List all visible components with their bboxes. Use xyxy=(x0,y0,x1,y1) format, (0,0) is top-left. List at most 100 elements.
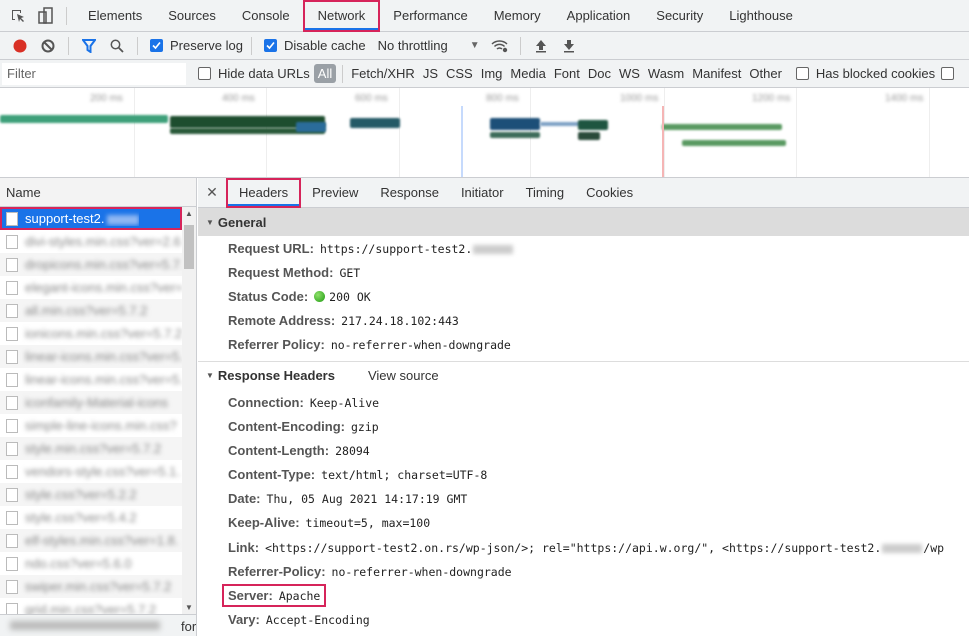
overview-request-bar xyxy=(0,115,168,123)
filter-type-doc[interactable]: Doc xyxy=(584,66,615,81)
disable-cache-checkbox[interactable]: Disable cache xyxy=(263,38,366,53)
details-tab-headers[interactable]: Headers xyxy=(226,178,302,208)
request-row[interactable]: style.css?ver=5.2.2 xyxy=(0,483,182,506)
header-key: Request Method: xyxy=(228,264,334,280)
overview-request-bar xyxy=(296,122,326,132)
checkbox-unchecked-icon[interactable] xyxy=(795,67,809,80)
checkbox-unchecked-icon[interactable] xyxy=(941,67,961,80)
request-row[interactable]: iconfamily-Material-icons xyxy=(0,391,182,414)
hide-data-urls-checkbox[interactable]: Hide data URLs xyxy=(198,66,310,81)
header-key: Content-Encoding: xyxy=(228,418,345,434)
status-summary xyxy=(10,621,160,630)
header-pair: Content-Type: text/html; charset=UTF-8 xyxy=(228,467,487,482)
request-row[interactable]: swiper.min.css?ver=5.7.2 xyxy=(0,575,182,598)
request-row[interactable]: ndo.css?ver=5.6.0 xyxy=(0,552,182,575)
request-row-selected[interactable]: support-test2. xyxy=(0,207,182,230)
request-row[interactable]: elegant-icons.min.css?ver=5.7 xyxy=(0,276,182,299)
request-name: divi-styles.min.css?ver=2.6 xyxy=(25,234,181,249)
request-row[interactable]: all.min.css?ver=5.7.2 xyxy=(0,299,182,322)
details-tab-preview[interactable]: Preview xyxy=(301,178,369,208)
search-icon[interactable] xyxy=(103,32,131,60)
tab-network[interactable]: Network xyxy=(302,0,381,32)
scrollbar-thumb[interactable] xyxy=(184,225,194,269)
filter-icon[interactable] xyxy=(75,32,103,60)
checkbox-checked-icon[interactable] xyxy=(150,39,163,52)
tab-console[interactable]: Console xyxy=(229,0,303,32)
details-tab-response[interactable]: Response xyxy=(369,178,450,208)
filter-type-font[interactable]: Font xyxy=(550,66,584,81)
response-headers-section-header[interactable]: ▼ Response Headers View source xyxy=(198,362,969,390)
checkbox-unchecked-icon[interactable] xyxy=(198,67,211,80)
filter-type-ws[interactable]: WS xyxy=(615,66,644,81)
tab-security[interactable]: Security xyxy=(643,0,716,32)
request-list-scrollbar[interactable]: ▲ ▼ xyxy=(182,207,196,614)
status-bar: for xyxy=(0,614,196,636)
request-row[interactable]: style.css?ver=5.4.2 xyxy=(0,506,182,529)
device-toolbar-icon[interactable] xyxy=(32,0,60,32)
request-row[interactable]: style.min.css?ver=5.7.2 xyxy=(0,437,182,460)
request-row[interactable]: linear-icons.min.css?ver=5. xyxy=(0,368,182,391)
details-tab-initiator[interactable]: Initiator xyxy=(450,178,515,208)
tab-performance[interactable]: Performance xyxy=(380,0,480,32)
general-title: General xyxy=(217,214,267,230)
record-button[interactable] xyxy=(6,32,34,60)
filter-type-all[interactable]: All xyxy=(313,64,337,83)
tab-sources[interactable]: Sources xyxy=(155,0,229,32)
filter-type-wasm[interactable]: Wasm xyxy=(644,66,688,81)
details-tab-cookies[interactable]: Cookies xyxy=(575,178,644,208)
request-row[interactable]: elf-styles.min.css?ver=1.8. xyxy=(0,529,182,552)
request-name: dropicons.min.css?ver=5.7.2 xyxy=(25,257,182,272)
clear-button[interactable] xyxy=(34,32,62,60)
view-source-link[interactable]: View source xyxy=(368,368,439,383)
network-overview-timeline[interactable]: 200 ms 400 ms 600 ms 800 ms 1000 ms 1200 ms 14… xyxy=(0,88,969,178)
filter-type-img[interactable]: Img xyxy=(477,66,507,81)
network-conditions-icon[interactable] xyxy=(486,32,514,60)
tab-application[interactable]: Application xyxy=(554,0,644,32)
header-value-text: GET xyxy=(339,265,361,280)
overview-grid-line xyxy=(796,88,797,177)
header-key: Server: xyxy=(228,588,273,604)
filter-type-other[interactable]: Other xyxy=(745,66,786,81)
close-icon[interactable]: ✕ xyxy=(198,184,226,201)
header-value: GET xyxy=(339,266,360,280)
header-pair: Status Code: 200 OK xyxy=(228,289,371,304)
details-tab-timing[interactable]: Timing xyxy=(515,178,576,208)
filter-input[interactable] xyxy=(2,62,186,85)
overview-grid-line xyxy=(929,88,930,177)
tab-memory[interactable]: Memory xyxy=(481,0,554,32)
filter-type-css[interactable]: CSS xyxy=(442,66,477,81)
tab-elements[interactable]: Elements xyxy=(75,0,155,32)
filter-type-manifest[interactable]: Manifest xyxy=(688,66,745,81)
inspect-element-icon[interactable] xyxy=(4,0,32,32)
overview-request-bar xyxy=(578,132,600,140)
header-row: Request Method: GET xyxy=(198,260,969,284)
request-row[interactable]: vendors-style.css?ver=5.1. xyxy=(0,460,182,483)
filter-type-js[interactable]: JS xyxy=(419,66,442,81)
filter-type-media[interactable]: Media xyxy=(506,66,549,81)
request-row[interactable]: ionicons.min.css?ver=5.7.2 xyxy=(0,322,182,345)
has-blocked-cookies-checkbox[interactable]: Has blocked cookies xyxy=(795,66,935,81)
throttling-select[interactable]: No throttling ▼ xyxy=(378,38,480,53)
request-row[interactable]: divi-styles.min.css?ver=2.6 xyxy=(0,230,182,253)
header-key: Referrer-Policy: xyxy=(228,563,326,579)
tab-lighthouse[interactable]: Lighthouse xyxy=(716,0,806,32)
scroll-down-icon[interactable]: ▼ xyxy=(182,603,196,612)
request-row[interactable]: linear-icons.min.css?ver=5. xyxy=(0,345,182,368)
header-value-text: no-referrer-when-downgrade xyxy=(330,338,511,353)
divider xyxy=(137,36,138,55)
request-row[interactable]: dropicons.min.css?ver=5.7.2 xyxy=(0,253,182,276)
request-row[interactable]: simple-line-icons.min.css? xyxy=(0,414,182,437)
import-har-icon[interactable] xyxy=(527,32,555,60)
preserve-log-checkbox[interactable]: Preserve log xyxy=(150,38,243,53)
name-column-header[interactable]: Name xyxy=(0,178,196,207)
header-row: Status Code: 200 OK xyxy=(198,284,969,308)
checkbox-checked-icon[interactable] xyxy=(263,39,277,52)
file-icon xyxy=(6,395,18,410)
overview-grid-line xyxy=(664,88,665,177)
general-section-header[interactable]: ▼ General xyxy=(198,208,969,236)
export-har-icon[interactable] xyxy=(555,32,583,60)
filter-type-fetch-xhr[interactable]: Fetch/XHR xyxy=(347,66,419,81)
header-pair: Connection: Keep-Alive xyxy=(228,395,379,410)
scroll-up-icon[interactable]: ▲ xyxy=(182,209,196,218)
header-value: https://support-test2. xyxy=(320,242,514,256)
